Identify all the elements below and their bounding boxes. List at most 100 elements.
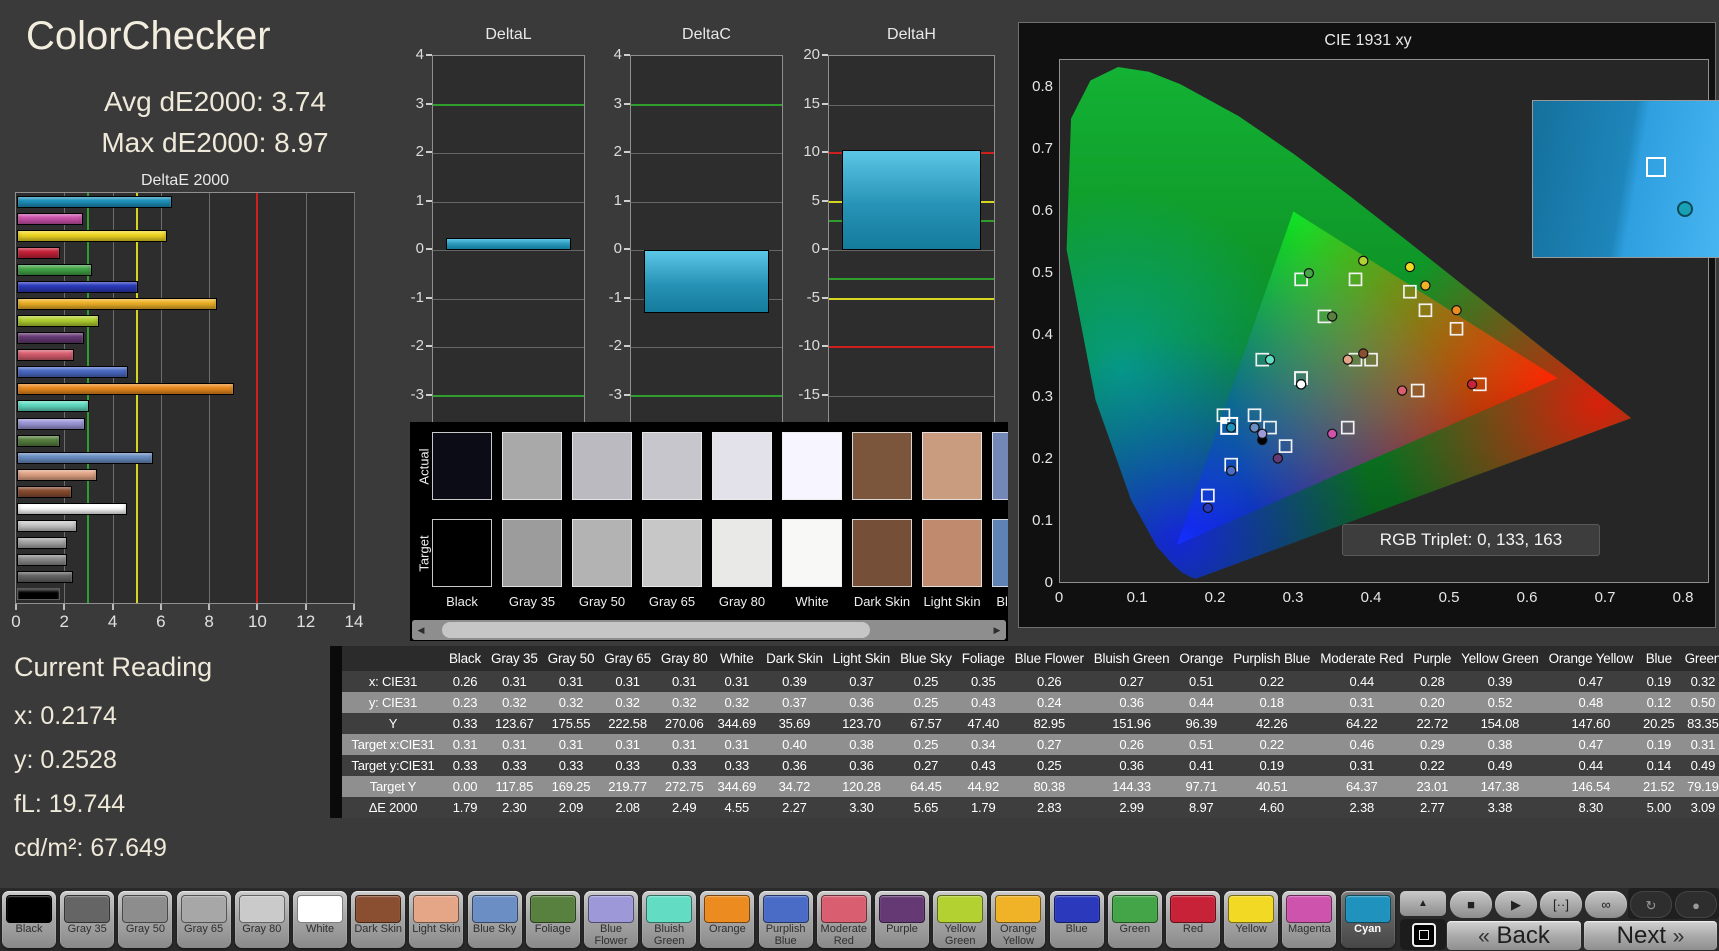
collapse-up-button[interactable]: ▲ <box>1400 891 1446 916</box>
table-cell: 123.67 <box>486 713 543 734</box>
cie-x-tick-label: 0.3 <box>1282 589 1304 606</box>
mini-tick-label: 0 <box>415 240 424 257</box>
table-cell: 0.36 <box>1088 692 1175 713</box>
patch-button-white[interactable]: White <box>293 891 347 948</box>
cie-plot-area: RGB Triplet: 0, 133, 163 <box>1059 59 1719 583</box>
patch-button-orange[interactable]: Orange <box>700 891 755 948</box>
patch-button-purple[interactable]: Purple <box>875 891 929 948</box>
patch-button-bluish-green[interactable]: Bluish Green <box>642 891 697 948</box>
mini-tick-dash <box>624 248 630 250</box>
patch-button-gray-65[interactable]: Gray 65 <box>176 891 231 948</box>
mini-gridline <box>433 347 584 348</box>
actual-swatch-dark-skin <box>852 432 912 500</box>
patch-button-magenta[interactable]: Magenta <box>1282 891 1337 948</box>
mini-tick-label: 15 <box>803 94 820 112</box>
scroll-left-button[interactable]: ◀ <box>412 620 430 640</box>
table-cell: 0.34 <box>956 734 1010 755</box>
deltaE-gridline <box>354 193 355 603</box>
patch-swatch-red <box>1170 895 1216 923</box>
table-cell: 0.33 <box>599 755 656 776</box>
next-button[interactable]: Next » <box>1584 921 1717 950</box>
deltaE-bar-cyan <box>17 195 172 208</box>
mini-tick-dash <box>822 199 828 202</box>
swatch-scrollbar[interactable]: ◀ ▶ <box>412 620 1006 640</box>
table-cell: 0.38 <box>827 734 896 755</box>
cie-measured-blue <box>1202 502 1214 514</box>
patch-button-label: Cyan <box>1354 923 1382 935</box>
patch-button-dark-skin[interactable]: Dark Skin <box>351 891 406 948</box>
patch-button-black[interactable]: Black <box>2 891 56 948</box>
patch-button-orange-yellow[interactable]: Orange Yellow <box>991 891 1046 948</box>
table-cell: Yellow Green <box>1456 646 1544 671</box>
mini-gridline <box>433 153 584 154</box>
rgb-triplet-readout: RGB Triplet: 0, 133, 163 <box>1342 524 1600 556</box>
table-cell: 0.27 <box>1088 671 1175 692</box>
table-cell: 3.09 <box>1679 797 1719 818</box>
deltaE-bar-row <box>17 468 353 481</box>
table-cell: 96.39 <box>1174 713 1229 734</box>
mini-gridline <box>433 298 584 300</box>
loop-button[interactable]: ∞ <box>1585 891 1627 918</box>
patch-button-blue[interactable]: Blue <box>1049 891 1104 948</box>
cie-inset-target-square <box>1645 157 1666 178</box>
table-cell: 120.28 <box>827 776 896 797</box>
patch-button-light-skin[interactable]: Light Skin <box>409 891 464 948</box>
patch-swatch-gray-35 <box>64 895 111 923</box>
table-cell: 2.77 <box>1408 797 1457 818</box>
scrollbar-thumb[interactable] <box>442 622 870 638</box>
pattern-window-button[interactable] <box>1400 919 1446 950</box>
patch-button-moderate-red[interactable]: Moderate Red <box>816 891 871 948</box>
range-button[interactable]: [··] <box>1540 891 1582 918</box>
deltaE-bar-row <box>17 502 353 515</box>
actual-swatch-light-skin <box>922 432 982 500</box>
back-button[interactable]: « Back <box>1447 921 1581 950</box>
table-cell: 0.32 <box>542 692 600 713</box>
mini-tick-dash <box>822 296 828 299</box>
table-cell: 4.55 <box>712 797 762 818</box>
mini-tick-label: -3 <box>608 385 622 403</box>
patch-button-green[interactable]: Green <box>1107 891 1162 948</box>
table-cell: 0.24 <box>1009 692 1089 713</box>
table-row--e-2000: ΔE 2000 1.79 2.30 2.09 2.08 2.49 4.55 2.27 3.30 5… <box>342 797 1719 818</box>
patch-button-cyan[interactable]: Cyan <box>1340 891 1395 948</box>
table-cell: 0.26 <box>444 671 487 692</box>
patch-button-label: Gray 50 <box>125 923 165 935</box>
colorchecker-app: ColorChecker Avg dE2000: 3.74 Max dE2000… <box>0 0 1719 951</box>
record-button[interactable]: ● <box>1675 891 1717 918</box>
mini-tick-dash <box>822 151 828 153</box>
patch-button-blue-flower[interactable]: Blue Flower <box>584 891 638 948</box>
scroll-right-button[interactable]: ▶ <box>988 620 1006 640</box>
patch-button-red[interactable]: Red <box>1166 891 1220 948</box>
patch-swatch-purple <box>879 895 925 923</box>
patch-swatch-foliage <box>529 895 576 923</box>
table-row-target-x-cie31: Target x:CIE31 0.31 0.31 0.31 0.31 0.31 0.31 0.… <box>342 734 1719 755</box>
cie-y-tick-label: 0.4 <box>1032 326 1053 343</box>
table-cell: 154.08 <box>1456 713 1544 734</box>
deltaE-bar-white <box>17 502 127 515</box>
cie-measured-blue-flower <box>1257 428 1268 439</box>
cie-measured-light-skin <box>1342 354 1353 365</box>
stop-button[interactable]: ■ <box>1450 891 1492 918</box>
patch-button-label: Foliage <box>534 923 571 935</box>
patch-button-gray-80[interactable]: Gray 80 <box>234 891 289 948</box>
patch-button-foliage[interactable]: Foliage <box>525 891 580 948</box>
table-cell: 0.32 <box>486 692 543 713</box>
refresh-button[interactable]: ↻ <box>1630 891 1672 918</box>
patch-swatch-dark-skin <box>355 895 402 923</box>
actual-swatch-gray-65 <box>642 432 702 500</box>
patch-button-blue-sky[interactable]: Blue Sky <box>467 891 522 948</box>
table-row-x-cie31: x: CIE31 0.26 0.31 0.31 0.31 0.31 0.31 0.39 0.37… <box>342 671 1719 692</box>
table-header-row: Black Gray 35 Gray 50 Gray 65 Gray 80 White Da… <box>342 646 1719 671</box>
patch-button-purplish-blue[interactable]: Purplish Blue <box>758 891 813 948</box>
patch-button-gray-35[interactable]: Gray 35 <box>60 891 115 948</box>
table-cell: Gray 50 <box>542 646 600 671</box>
patch-button-yellow-green[interactable]: Yellow Green <box>933 891 988 948</box>
patch-button-gray-50[interactable]: Gray 50 <box>118 891 173 948</box>
table-cell: 0.33 <box>655 755 713 776</box>
patch-button-yellow[interactable]: Yellow <box>1224 891 1279 948</box>
table-cell: Orange <box>1174 646 1229 671</box>
deltaE-2000-chart <box>15 192 355 604</box>
mini-gridline <box>829 104 994 106</box>
table-cell: 0.25 <box>895 692 957 713</box>
play-button[interactable]: ▶ <box>1495 891 1537 918</box>
